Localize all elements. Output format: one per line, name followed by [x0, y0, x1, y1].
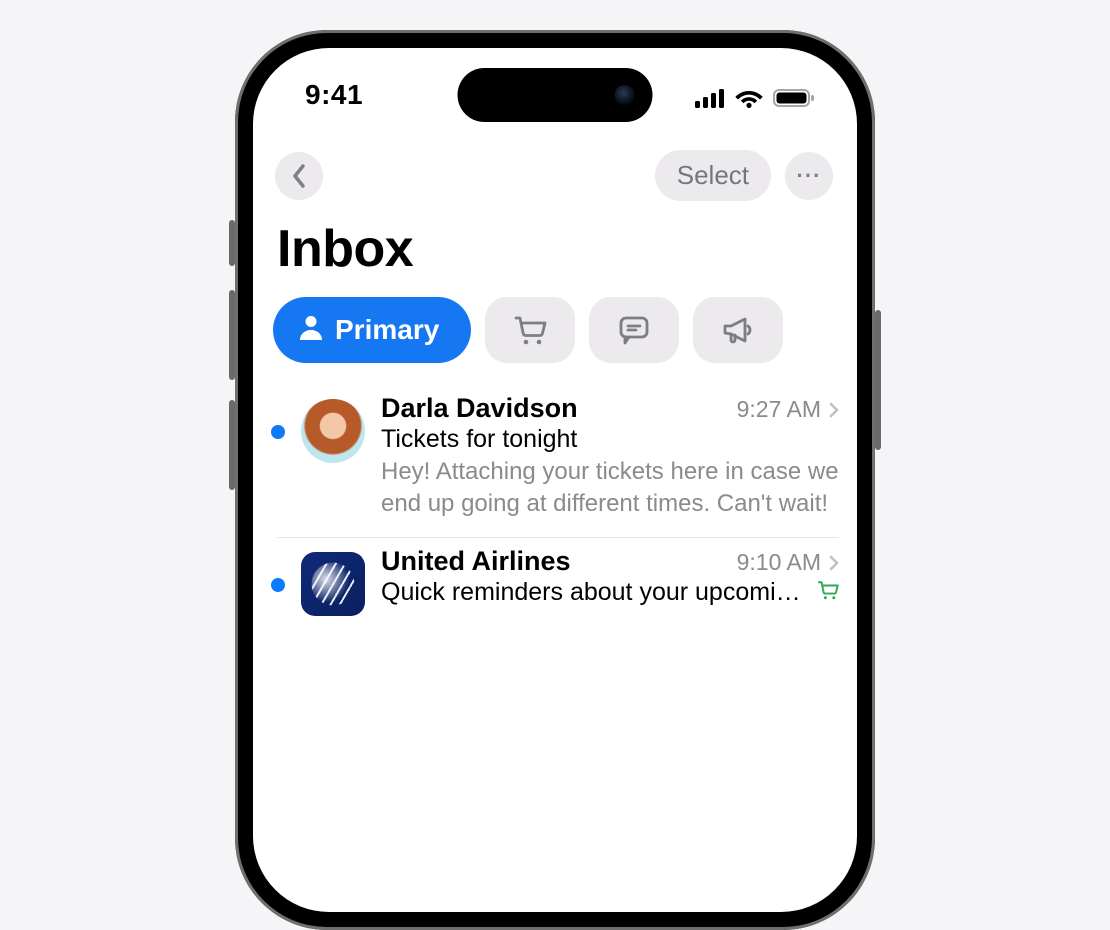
side-button: [229, 220, 235, 266]
battery-icon: [773, 88, 815, 108]
sender-name: Darla Davidson: [381, 393, 578, 424]
back-button[interactable]: [275, 152, 323, 200]
unread-indicator: [271, 425, 285, 439]
avatar: [301, 552, 365, 616]
person-icon: [299, 314, 323, 347]
mail-time: 9:27 AM: [737, 396, 821, 423]
select-button[interactable]: Select: [655, 150, 771, 201]
select-label: Select: [677, 160, 749, 190]
mail-item[interactable]: United Airlines 9:10 AM Quick reminders …: [277, 538, 839, 634]
avatar: [301, 399, 365, 463]
chevron-right-icon: [829, 555, 839, 571]
cart-icon: [513, 315, 547, 345]
tab-transactions[interactable]: [485, 297, 575, 363]
tab-promotions[interactable]: [693, 297, 783, 363]
mail-app: Select ··· Inbox Primary: [253, 146, 857, 912]
category-tabs: Primary: [271, 297, 839, 363]
chevron-right-icon: [829, 402, 839, 418]
tab-updates[interactable]: [589, 297, 679, 363]
dynamic-island: [458, 68, 653, 122]
sender-name: United Airlines: [381, 546, 571, 577]
mail-item[interactable]: Darla Davidson 9:27 AM Tickets for tonig…: [277, 385, 839, 538]
chat-icon: [618, 315, 650, 345]
wifi-icon: [735, 88, 763, 108]
nav-bar: Select ···: [271, 146, 839, 211]
chevron-left-icon: [291, 164, 307, 188]
tab-primary-label: Primary: [335, 314, 439, 346]
volume-down-button: [229, 400, 235, 490]
mail-preview: Hey! Attaching your tickets here in case…: [381, 456, 839, 519]
ellipsis-icon: ···: [797, 163, 822, 189]
volume-up-button: [229, 290, 235, 380]
phone-frame: 9:41 Select: [235, 30, 875, 930]
power-button: [875, 310, 881, 450]
mail-subject: Tickets for tonight: [381, 425, 839, 454]
unread-indicator: [271, 578, 285, 592]
cart-icon: [817, 580, 839, 605]
tab-primary[interactable]: Primary: [273, 297, 471, 363]
page-title: Inbox: [277, 219, 839, 279]
more-button[interactable]: ···: [785, 152, 833, 200]
megaphone-icon: [721, 315, 755, 345]
mail-time: 9:10 AM: [737, 549, 821, 576]
status-time: 9:41: [305, 75, 363, 111]
front-camera: [615, 85, 635, 105]
mail-list[interactable]: Darla Davidson 9:27 AM Tickets for tonig…: [271, 385, 839, 634]
cellular-icon: [695, 88, 725, 108]
mail-subject: Quick reminders about your upcoming…: [381, 578, 807, 607]
screen: 9:41 Select: [253, 48, 857, 912]
